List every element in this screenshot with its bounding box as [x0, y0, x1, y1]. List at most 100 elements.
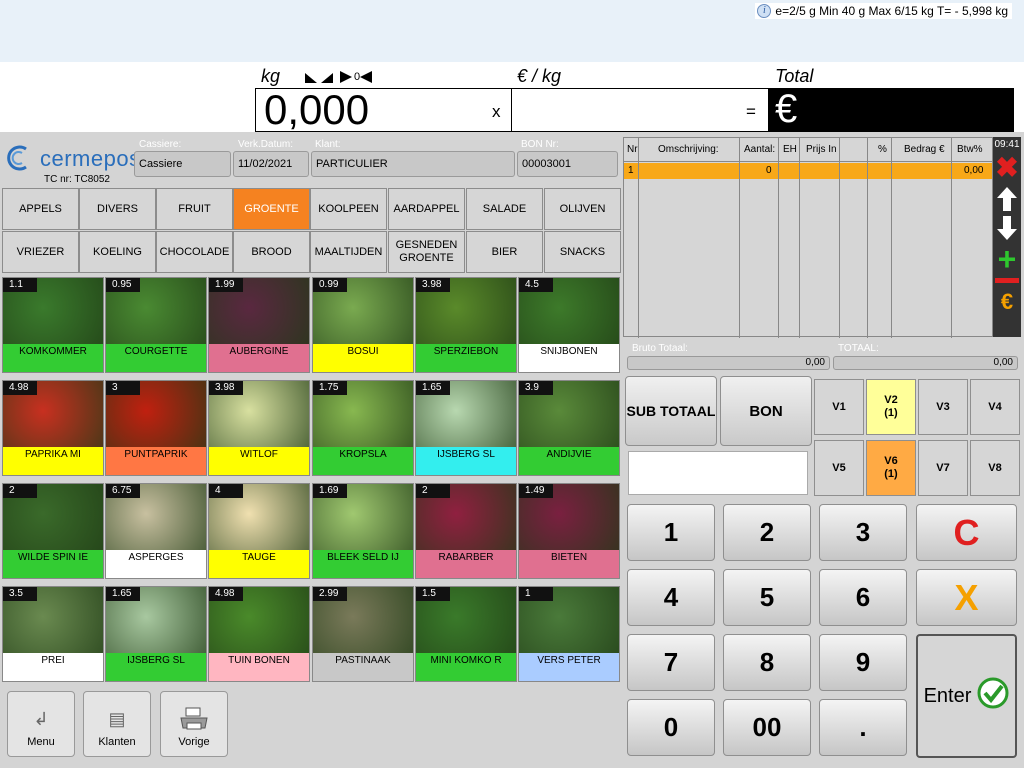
vkey-button[interactable]: V7 — [918, 440, 968, 496]
product-price: 0.95 — [106, 278, 140, 292]
category-button[interactable]: VRIEZER — [2, 231, 79, 273]
product-price: 2 — [416, 484, 450, 498]
table-row[interactable]: 1 0 0,00 — [624, 163, 992, 179]
vkey-label: V7 — [936, 461, 950, 474]
product-tile[interactable]: 3 PUNTPAPRIK — [105, 380, 207, 476]
product-tile[interactable]: 1.65 IJSBERG SL — [105, 586, 207, 682]
product-tile[interactable]: 4 TAUGE — [208, 483, 310, 579]
key-3[interactable]: 3 — [819, 504, 907, 561]
cancel-button[interactable]: X — [916, 569, 1017, 626]
category-button[interactable]: APPELS — [2, 188, 79, 230]
category-button[interactable]: MAALTIJDEN — [310, 231, 387, 273]
vkey-label: V1 — [832, 400, 846, 413]
key-5[interactable]: 5 — [723, 569, 811, 626]
category-button[interactable]: KOOLPEEN — [310, 188, 387, 230]
bon-number-field[interactable]: 00003001 — [517, 151, 618, 177]
category-button[interactable]: AARDAPPEL — [388, 188, 465, 230]
product-tile[interactable]: 1.69 BLEEK SELD IJ — [312, 483, 414, 579]
enter-button[interactable]: Enter — [916, 634, 1017, 758]
key-4[interactable]: 4 — [627, 569, 715, 626]
category-button[interactable]: KOELING — [79, 231, 156, 273]
product-name: PAPRIKA MI — [3, 447, 103, 475]
category-button[interactable]: DIVERS — [79, 188, 156, 230]
category-button[interactable]: GESNEDEN GROENTE — [388, 231, 465, 273]
product-tile[interactable]: 4.98 TUIN BONEN — [208, 586, 310, 682]
product-tile[interactable]: 3.5 PREI — [2, 586, 104, 682]
receipt-table[interactable]: Nr Omschrijving: Aantal: EH Prijs In % B… — [623, 137, 993, 338]
col-unit: EH — [783, 144, 797, 155]
product-name: IJSBERG SL — [106, 653, 206, 681]
product-tile[interactable]: 2 WILDE SPIN IE — [2, 483, 104, 579]
plus-icon[interactable]: + — [993, 243, 1021, 275]
product-tile[interactable]: 0.99 BOSUI — [312, 277, 414, 373]
info-icon: i — [757, 4, 772, 18]
vkey-button[interactable]: V4 — [970, 379, 1020, 435]
product-tile[interactable]: 2 RABARBER — [415, 483, 517, 579]
vkey-button[interactable]: V2 (1) — [866, 379, 916, 435]
menu-button[interactable]: ↲ Menu — [7, 691, 75, 757]
key-0[interactable]: 0 — [627, 699, 715, 756]
vkey-button[interactable]: V6 (1) — [866, 440, 916, 496]
category-button[interactable]: GROENTE — [233, 188, 310, 230]
key-00[interactable]: 00 — [723, 699, 811, 756]
enter-arrow-icon: ↲ — [33, 709, 49, 729]
arrow-up-icon[interactable] — [993, 186, 1021, 215]
product-tile[interactable]: 2.99 PASTINAAK — [312, 586, 414, 682]
product-tile[interactable]: 4.5 SNIJBONEN — [518, 277, 620, 373]
vkey-button[interactable]: V3 — [918, 379, 968, 435]
arrow-down-icon[interactable] — [993, 215, 1021, 244]
product-tile[interactable]: 1.49 BIETEN — [518, 483, 620, 579]
key-2[interactable]: 2 — [723, 504, 811, 561]
key-8[interactable]: 8 — [723, 634, 811, 691]
product-tile[interactable]: 4.98 PAPRIKA MI — [2, 380, 104, 476]
vkey-label: V6 — [884, 455, 898, 467]
key-9[interactable]: 9 — [819, 634, 907, 691]
key-7[interactable]: 7 — [627, 634, 715, 691]
category-button[interactable]: CHOCOLADE — [156, 231, 233, 273]
product-tile[interactable]: 1.75 KROPSLA — [312, 380, 414, 476]
cashier-label: Cassiere: — [139, 139, 182, 150]
product-tile[interactable]: 3.98 SPERZIEBON — [415, 277, 517, 373]
key-6[interactable]: 6 — [819, 569, 907, 626]
product-price: 1.65 — [416, 381, 450, 395]
category-button[interactable]: FRUIT — [156, 188, 233, 230]
product-tile[interactable]: 1.65 IJSBERG SL — [415, 380, 517, 476]
product-price: 3.5 — [3, 587, 37, 601]
vkey-button[interactable]: V1 — [814, 379, 864, 435]
vkey-button[interactable]: V5 — [814, 440, 864, 496]
cashier-field[interactable]: Cassiere — [134, 151, 231, 177]
category-button[interactable]: BIER — [466, 231, 543, 273]
product-tile[interactable]: 1.99 AUBERGINE — [208, 277, 310, 373]
product-tile[interactable]: 3.98 WITLOF — [208, 380, 310, 476]
product-tile[interactable]: 1.5 MINI KOMKO R — [415, 586, 517, 682]
client-label: Klant: — [315, 139, 341, 150]
delete-icon[interactable]: ✖ — [993, 154, 1021, 182]
key-dot[interactable]: . — [819, 699, 907, 756]
product-tile[interactable]: 6.75 ASPERGES — [105, 483, 207, 579]
product-tile[interactable]: 1.1 KOMKOMMER — [2, 277, 104, 373]
category-button[interactable]: SALADE — [466, 188, 543, 230]
product-name: BLEEK SELD IJ — [313, 550, 413, 578]
product-price: 1.49 — [519, 484, 553, 498]
product-tile[interactable]: 1 VERS PETER — [518, 586, 620, 682]
vkey-label: V2 — [884, 394, 898, 406]
product-name: WITLOF — [209, 447, 309, 475]
subtotal-button[interactable]: SUB TOTAAL — [625, 376, 717, 446]
key-1[interactable]: 1 — [627, 504, 715, 561]
vorige-button[interactable]: Vorige — [160, 691, 228, 757]
client-field[interactable]: PARTICULIER — [311, 151, 515, 177]
input-field[interactable] — [628, 451, 808, 495]
category-button[interactable]: BROOD — [233, 231, 310, 273]
total-label: Total — [775, 66, 814, 86]
product-tile[interactable]: 0.95 COURGETTE — [105, 277, 207, 373]
date-field[interactable]: 11/02/2021 — [233, 151, 309, 177]
vkey-button[interactable]: V8 — [970, 440, 1020, 496]
euro-icon[interactable]: € — [993, 291, 1021, 313]
category-button[interactable]: SNACKS — [544, 231, 621, 273]
clear-button[interactable]: C — [916, 504, 1017, 561]
product-tile[interactable]: 3.9 ANDIJVIE — [518, 380, 620, 476]
klanten-button[interactable]: ▤ Klanten — [83, 691, 151, 757]
category-button[interactable]: OLIJVEN — [544, 188, 621, 230]
bon-button[interactable]: BON — [720, 376, 812, 446]
receipt-header: Nr Omschrijving: Aantal: EH Prijs In % B… — [624, 138, 992, 162]
